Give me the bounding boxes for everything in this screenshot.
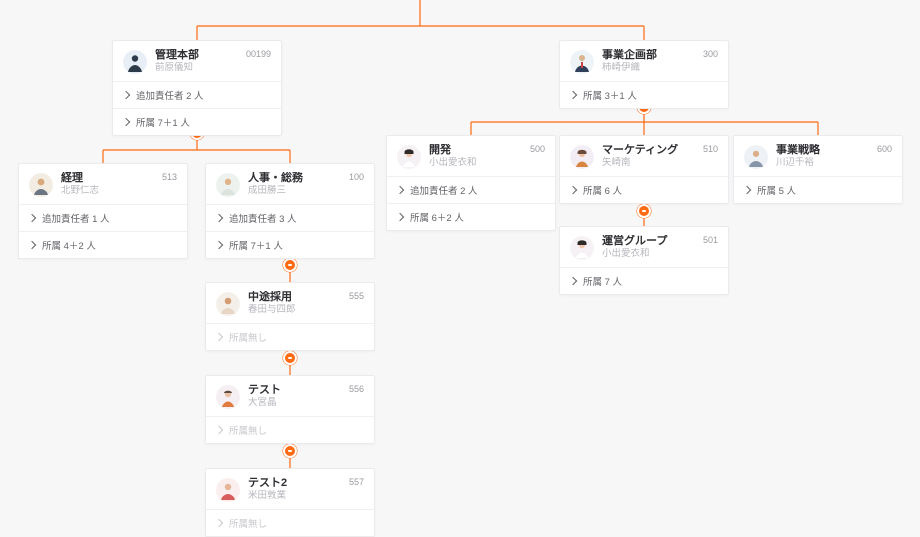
dept-name: テスト2 <box>248 477 364 490</box>
dept-name: 事業企画部 <box>602 49 718 62</box>
chevron-right-icon <box>569 90 577 98</box>
chevron-right-icon <box>215 518 223 526</box>
dept-name: マーケティング <box>602 144 718 157</box>
avatar-icon <box>744 145 768 169</box>
org-node-kaihatsu[interactable]: 開発 小出愛衣和 500 追加責任者 2 人 所属 6＋2 人 <box>386 135 556 231</box>
collapse-toggle[interactable] <box>637 204 651 218</box>
no-members-row: 所属無し <box>206 509 374 536</box>
collapse-toggle[interactable] <box>283 444 297 458</box>
org-node-keiri[interactable]: 経理 北野仁志 513 追加責任者 1 人 所属 4＋2 人 <box>18 163 188 259</box>
org-node-test2[interactable]: テスト2 米田敦業 557 所属無し <box>205 468 375 537</box>
dept-code: 510 <box>703 144 718 154</box>
chevron-right-icon <box>569 276 577 284</box>
chevron-right-icon <box>743 185 751 193</box>
dept-name: 開発 <box>429 144 545 157</box>
dept-code: 300 <box>703 49 718 59</box>
avatar-icon <box>123 50 147 74</box>
members-row[interactable]: 所属 7＋1 人 <box>206 231 374 258</box>
org-node-marketing[interactable]: マーケティング 矢崎南 510 所属 6 人 <box>559 135 729 204</box>
chevron-right-icon <box>396 185 404 193</box>
dept-code: 00199 <box>246 49 271 59</box>
manager-name: 春田与四郎 <box>248 304 364 316</box>
avatar-icon <box>216 173 240 197</box>
avatar-icon <box>216 478 240 502</box>
members-row[interactable]: 所属 6＋2 人 <box>387 203 555 230</box>
dept-code: 513 <box>162 172 177 182</box>
manager-name: 北野仁志 <box>61 185 177 197</box>
chevron-right-icon <box>569 185 577 193</box>
manager-name: 小出愛衣和 <box>602 248 718 260</box>
org-node-jinji[interactable]: 人事・総務 成田勝三 100 追加責任者 3 人 所属 7＋1 人 <box>205 163 375 259</box>
manager-name: 米田敦業 <box>248 490 364 502</box>
dept-code: 500 <box>530 144 545 154</box>
chevron-right-icon <box>28 213 36 221</box>
dept-code: 557 <box>349 477 364 487</box>
chevron-right-icon <box>122 117 130 125</box>
dept-name: 運営グループ <box>602 235 718 248</box>
manager-name: 川辺千裕 <box>776 157 892 169</box>
chevron-right-icon <box>215 332 223 340</box>
members-row[interactable]: 所属 7 人 <box>560 267 728 294</box>
dept-code: 100 <box>349 172 364 182</box>
dept-name: テスト <box>248 384 364 397</box>
members-row[interactable]: 所属 5 人 <box>734 176 902 203</box>
manager-name: 前原儀知 <box>155 62 271 74</box>
dept-code: 501 <box>703 235 718 245</box>
collapse-toggle[interactable] <box>283 258 297 272</box>
dept-code: 555 <box>349 291 364 301</box>
org-node-unei[interactable]: 運営グループ 小出愛衣和 501 所属 7 人 <box>559 226 729 295</box>
members-row[interactable]: 所属 7＋1 人 <box>113 108 281 135</box>
no-members-row: 所属無し <box>206 323 374 350</box>
avatar-icon <box>570 50 594 74</box>
manager-name: 小出愛衣和 <box>429 157 545 169</box>
dept-name: 経理 <box>61 172 177 185</box>
dept-code: 556 <box>349 384 364 394</box>
manager-name: 柿崎伊織 <box>602 62 718 74</box>
members-row[interactable]: 所属 4＋2 人 <box>19 231 187 258</box>
org-node-jigyo[interactable]: 事業企画部 柿崎伊織 300 所属 3＋1 人 <box>559 40 729 109</box>
avatar-icon <box>216 385 240 409</box>
additional-managers-row[interactable]: 追加責任者 1 人 <box>19 204 187 231</box>
additional-managers-row[interactable]: 追加責任者 3 人 <box>206 204 374 231</box>
dept-code: 600 <box>877 144 892 154</box>
manager-name: 大宮晶 <box>248 397 364 409</box>
avatar-icon <box>570 145 594 169</box>
org-node-chuto[interactable]: 中途採用 春田与四郎 555 所属無し <box>205 282 375 351</box>
chevron-right-icon <box>396 212 404 220</box>
avatar-icon <box>570 236 594 260</box>
manager-name: 矢崎南 <box>602 157 718 169</box>
dept-name: 人事・総務 <box>248 172 364 185</box>
members-row[interactable]: 所属 6 人 <box>560 176 728 203</box>
additional-managers-row[interactable]: 追加責任者 2 人 <box>387 176 555 203</box>
dept-name: 事業戦略 <box>776 144 892 157</box>
chevron-right-icon <box>215 213 223 221</box>
chevron-right-icon <box>122 90 130 98</box>
members-row[interactable]: 所属 3＋1 人 <box>560 81 728 108</box>
chevron-right-icon <box>28 240 36 248</box>
manager-name: 成田勝三 <box>248 185 364 197</box>
additional-managers-row[interactable]: 追加責任者 2 人 <box>113 81 281 108</box>
chevron-right-icon <box>215 240 223 248</box>
avatar-icon <box>29 173 53 197</box>
org-node-senryaku[interactable]: 事業戦略 川辺千裕 600 所属 5 人 <box>733 135 903 204</box>
avatar-icon <box>216 292 240 316</box>
dept-name: 中途採用 <box>248 291 364 304</box>
org-node-kanri[interactable]: 管理本部 前原儀知 00199 追加責任者 2 人 所属 7＋1 人 <box>112 40 282 136</box>
chevron-right-icon <box>215 425 223 433</box>
org-node-test[interactable]: テスト 大宮晶 556 所属無し <box>205 375 375 444</box>
collapse-toggle[interactable] <box>283 351 297 365</box>
no-members-row: 所属無し <box>206 416 374 443</box>
avatar-icon <box>397 145 421 169</box>
